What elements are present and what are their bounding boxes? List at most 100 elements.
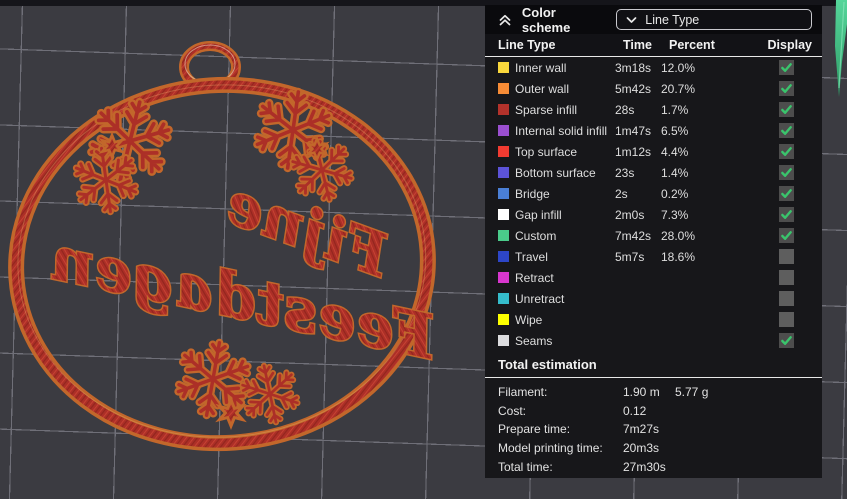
line-type-label: Bottom surface	[515, 165, 596, 180]
line-type-label: Top surface	[515, 144, 578, 159]
line-type-time: 23s	[615, 165, 635, 180]
display-checkbox[interactable]	[779, 123, 794, 138]
line-type-label: Unretract	[515, 291, 565, 306]
display-checkbox[interactable]	[779, 228, 794, 243]
col-header-percent: Percent	[669, 38, 715, 52]
line-type-color-swatch	[498, 83, 509, 94]
stat-row-total-time: Total time: 27m30s	[498, 457, 822, 476]
display-checkbox[interactable]	[779, 60, 794, 75]
line-type-label: Wipe	[515, 312, 543, 327]
check-icon	[781, 336, 792, 345]
stat-value: 7m27s	[623, 422, 660, 437]
line-type-time: 2m0s	[615, 207, 645, 222]
line-type-time: 3m18s	[615, 60, 652, 75]
check-icon	[781, 147, 792, 156]
line-type-label: Inner wall	[515, 60, 567, 75]
stat-value: 20m3s	[623, 441, 660, 456]
stat-value: 0.12	[623, 403, 647, 418]
line-type-time: 5m7s	[615, 249, 645, 264]
line-type-color-swatch	[498, 104, 509, 115]
line-type-percent: 20.7%	[661, 81, 696, 96]
line-type-percent: 6.5%	[661, 123, 689, 138]
check-icon	[781, 63, 792, 72]
line-type-time: 7m42s	[615, 228, 652, 243]
table-row: Bottom surface 23s 1.4%	[485, 162, 822, 183]
stat-value: 27m30s	[623, 459, 666, 474]
table-row: Outer wall 5m42s 20.7%	[485, 78, 822, 99]
display-checkbox[interactable]	[779, 165, 794, 180]
table-row: Custom 7m42s 28.0%	[485, 225, 822, 246]
line-type-label: Gap infill	[515, 207, 562, 222]
line-type-time: 1m47s	[615, 123, 652, 138]
snowflake-bottom	[171, 336, 304, 428]
chevron-down-icon	[626, 16, 637, 23]
stat-row-model-printing-time: Model printing time: 20m3s	[498, 439, 822, 458]
line-type-label: Retract	[515, 270, 554, 285]
double-chevron-up-icon	[499, 14, 511, 25]
line-type-time: 2s	[615, 186, 628, 201]
line-type-label: Custom	[515, 228, 557, 243]
panel-title: Color scheme	[521, 4, 571, 35]
line-type-percent: 28.0%	[661, 228, 696, 243]
check-icon	[781, 189, 792, 198]
table-row: Travel 5m7s 18.6%	[485, 246, 822, 267]
legend-rows: Inner wall 3m18s 12.0% Outer wall 5m42s …	[485, 57, 822, 351]
line-type-color-swatch	[498, 230, 509, 241]
line-type-color-swatch	[498, 167, 509, 178]
stat-value: 1.90 m	[623, 385, 660, 400]
stat-label: Model printing time:	[498, 441, 603, 456]
stat-row-filament: Filament: 1.90 m 5.77 g	[498, 383, 822, 402]
line-type-color-swatch	[498, 188, 509, 199]
display-checkbox[interactable]	[779, 333, 794, 348]
display-checkbox[interactable]	[779, 270, 794, 285]
display-checkbox[interactable]	[779, 102, 794, 117]
stat-label: Prepare time:	[498, 422, 571, 437]
line-type-color-swatch	[498, 314, 509, 325]
line-type-percent: 7.3%	[661, 207, 689, 222]
panel-header: Color scheme Line Type	[485, 4, 822, 35]
display-checkbox[interactable]	[779, 312, 794, 327]
legend-table-header: Line Type Time Percent Display	[485, 34, 822, 57]
line-type-label: Bridge	[515, 186, 550, 201]
line-type-time: 5m42s	[615, 81, 652, 96]
stat-extra: 5.77 g	[675, 385, 709, 400]
line-type-percent: 18.6%	[661, 249, 696, 264]
line-type-percent: 1.4%	[661, 165, 689, 180]
display-checkbox[interactable]	[779, 249, 794, 264]
table-row: Sparse infill 28s 1.7%	[485, 99, 822, 120]
display-checkbox[interactable]	[779, 207, 794, 222]
check-icon	[781, 126, 792, 135]
stat-row-cost: Cost: 0.12	[498, 402, 822, 421]
display-checkbox[interactable]	[779, 291, 794, 306]
collapse-panel-button[interactable]	[497, 12, 513, 28]
display-checkbox[interactable]	[779, 144, 794, 159]
check-icon	[781, 168, 792, 177]
line-type-color-swatch	[498, 125, 509, 136]
table-row: Bridge 2s 0.2%	[485, 183, 822, 204]
table-row: Retract	[485, 267, 822, 288]
col-header-time: Time	[623, 38, 652, 52]
line-type-color-swatch	[498, 251, 509, 262]
line-type-label: Sparse infill	[515, 102, 578, 117]
line-type-label: Outer wall	[515, 81, 570, 96]
line-type-label: Internal solid infill	[515, 123, 608, 138]
line-type-color-swatch	[498, 209, 509, 220]
table-row: Wipe	[485, 309, 822, 330]
table-row: Unretract	[485, 288, 822, 309]
check-icon	[781, 105, 792, 114]
display-checkbox[interactable]	[779, 186, 794, 201]
line-type-color-swatch	[498, 146, 509, 157]
stat-label: Filament:	[498, 385, 548, 400]
color-scheme-panel: Color scheme Line Type Line Type Time Pe…	[485, 5, 822, 478]
line-type-time: 1m12s	[615, 144, 652, 159]
stat-row-prepare-time: Prepare time: 7m27s	[498, 420, 822, 439]
stat-label: Total time:	[498, 459, 553, 474]
color-scheme-dropdown[interactable]: Line Type	[616, 9, 812, 30]
display-checkbox[interactable]	[779, 81, 794, 96]
stat-label: Cost:	[498, 403, 527, 418]
line-type-percent: 4.4%	[661, 144, 689, 159]
table-row: Top surface 1m12s 4.4%	[485, 141, 822, 162]
line-type-label: Travel	[515, 249, 548, 264]
line-type-color-swatch	[498, 293, 509, 304]
line-type-percent: 1.7%	[661, 102, 689, 117]
